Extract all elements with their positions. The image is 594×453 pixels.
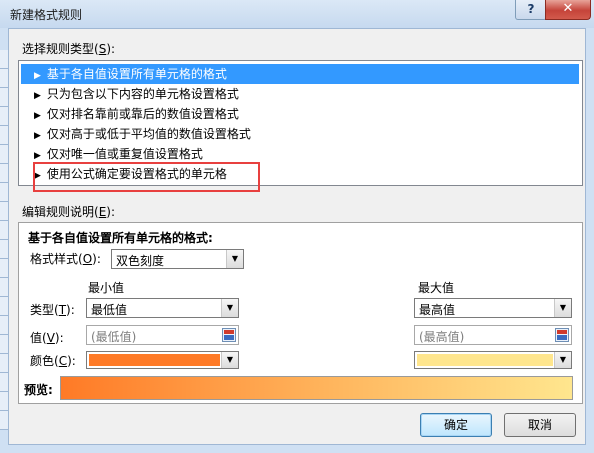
- background-sheet-strip: [0, 50, 8, 430]
- description-label: 编辑规则说明(E):: [22, 205, 116, 219]
- rule-type-item[interactable]: ▶ 只为包含以下内容的单元格设置格式: [21, 84, 579, 104]
- max-color-select[interactable]: ▼: [414, 351, 572, 369]
- title-bar: 新建格式规则 ? ✕: [0, 0, 594, 28]
- color-label: 颜色(C):: [30, 354, 76, 368]
- preview-label: 预览:: [24, 383, 53, 397]
- arrow-icon: ▶: [34, 131, 41, 141]
- dialog-title: 新建格式规则: [10, 8, 83, 22]
- min-header: 最小值: [88, 281, 125, 295]
- min-type-select[interactable]: 最低值 ▼: [86, 298, 239, 318]
- format-style-label: 格式样式(O):: [30, 252, 101, 266]
- description-heading: 基于各自值设置所有单元格的格式:: [28, 231, 213, 245]
- rule-type-label: 选择规则类型(S):: [22, 42, 116, 56]
- chevron-down-icon: ▼: [226, 250, 243, 268]
- rule-type-item[interactable]: ▶ 仅对高于或低于平均值的数值设置格式: [21, 124, 579, 144]
- min-color-select[interactable]: ▼: [86, 351, 239, 369]
- format-style-select[interactable]: 双色刻度 ▼: [111, 249, 244, 269]
- chevron-down-icon: ▼: [554, 352, 571, 368]
- preview-gradient: [60, 376, 573, 400]
- max-header: 最大值: [418, 281, 455, 295]
- close-button[interactable]: ✕: [545, 0, 591, 20]
- arrow-icon: ▶: [34, 71, 41, 81]
- min-value-input[interactable]: (最低值): [86, 325, 239, 345]
- cancel-button[interactable]: 取消: [504, 413, 576, 437]
- chevron-down-icon: ▼: [221, 352, 238, 368]
- max-type-select[interactable]: 最高值 ▼: [414, 298, 572, 318]
- min-color-swatch: [89, 354, 220, 366]
- chevron-down-icon: ▼: [221, 299, 238, 317]
- ok-button[interactable]: 确定: [420, 413, 492, 437]
- range-picker-icon[interactable]: [555, 328, 569, 342]
- value-label: 值(V):: [30, 331, 64, 345]
- highlight-annotation: [33, 162, 260, 192]
- rule-type-item[interactable]: ▶ 仅对排名靠前或靠后的数值设置格式: [21, 104, 579, 124]
- arrow-icon: ▶: [34, 151, 41, 161]
- max-color-swatch: [417, 354, 553, 366]
- range-picker-icon[interactable]: [222, 328, 236, 342]
- type-label: 类型(T):: [30, 303, 75, 317]
- arrow-icon: ▶: [34, 111, 41, 121]
- help-button[interactable]: ?: [515, 0, 547, 20]
- arrow-icon: ▶: [34, 91, 41, 101]
- max-value-input[interactable]: (最高值): [414, 325, 572, 345]
- rule-type-item[interactable]: ▶ 仅对唯一值或重复值设置格式: [21, 144, 579, 164]
- rule-type-item[interactable]: ▶ 基于各自值设置所有单元格的格式: [21, 64, 579, 84]
- chevron-down-icon: ▼: [554, 299, 571, 317]
